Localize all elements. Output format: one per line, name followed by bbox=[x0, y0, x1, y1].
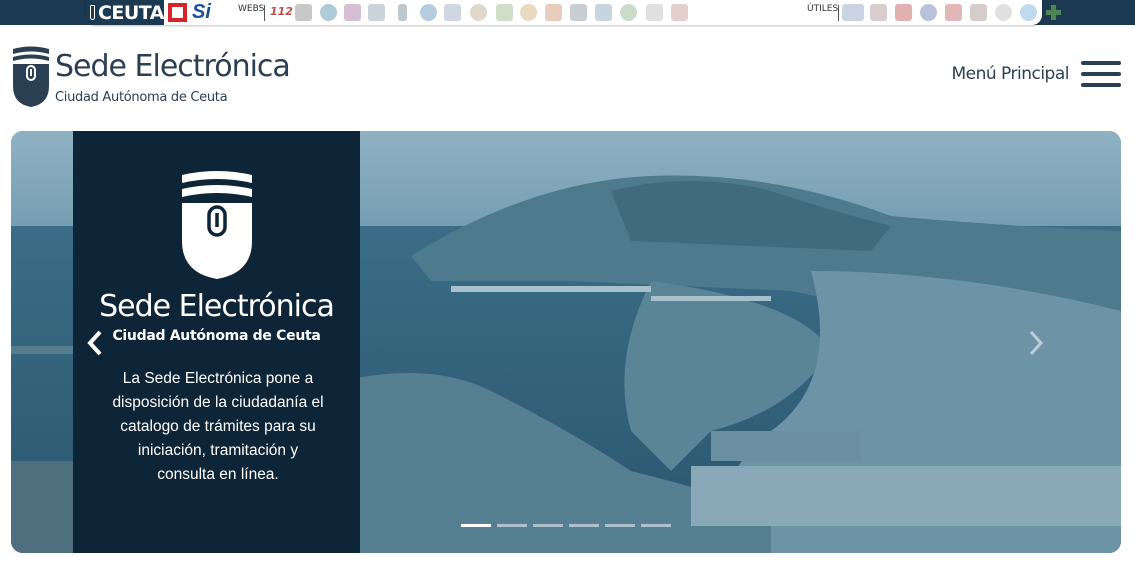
carousel-indicator-6[interactable] bbox=[641, 524, 671, 527]
ceuta-brand-link[interactable]: CEUTA bbox=[86, 0, 165, 25]
emblem-icon[interactable] bbox=[945, 4, 962, 21]
circle-icon[interactable] bbox=[995, 4, 1012, 21]
seal-icon[interactable] bbox=[520, 4, 537, 21]
webs-label: WEBS bbox=[238, 4, 265, 14]
building-icon[interactable] bbox=[620, 4, 637, 21]
flag-icon[interactable] bbox=[595, 4, 612, 21]
red-square-logo-icon[interactable] bbox=[168, 3, 187, 22]
ceuta-brand-label: CEUTA bbox=[97, 1, 165, 24]
crest-icon[interactable] bbox=[444, 4, 461, 21]
seal-icon[interactable] bbox=[920, 4, 937, 21]
sede-logo-icon bbox=[182, 171, 252, 279]
hero-info-panel: Sede Electrónica Ciudad Autónoma de Ceut… bbox=[73, 131, 360, 553]
carousel-indicator-5[interactable] bbox=[605, 524, 635, 527]
carousel-indicator-4[interactable] bbox=[569, 524, 599, 527]
divider bbox=[264, 5, 265, 21]
carousel-indicator-3[interactable] bbox=[533, 524, 563, 527]
bank-icon[interactable] bbox=[570, 4, 587, 21]
hero-description: La Sede Electrónica pone a disposición d… bbox=[112, 370, 324, 483]
plus-icon[interactable] bbox=[1045, 4, 1062, 21]
site-subtitle: Ciudad Autónoma de Ceuta bbox=[55, 90, 228, 105]
top-bar: CEUTA Si WEBS 112 ÚTILES bbox=[0, 0, 1135, 25]
sede-logo-icon bbox=[13, 46, 49, 107]
document-icon[interactable] bbox=[646, 4, 663, 21]
boat-icon[interactable] bbox=[368, 4, 385, 21]
si-logo-link[interactable]: Si bbox=[192, 1, 211, 24]
ceuta-crest-icon bbox=[90, 5, 95, 20]
crest-icon[interactable] bbox=[870, 4, 887, 21]
leaf-icon[interactable] bbox=[470, 4, 487, 21]
carousel-prev-arrow-icon[interactable] bbox=[84, 329, 106, 357]
link-112[interactable]: 112 bbox=[270, 5, 293, 18]
utiles-label: ÚTILES bbox=[807, 4, 839, 14]
tower-icon[interactable] bbox=[398, 4, 407, 21]
card-icon[interactable] bbox=[842, 4, 864, 21]
site-title: Sede Electrónica bbox=[55, 49, 291, 84]
hero-title: Sede Electrónica bbox=[99, 289, 335, 324]
map-icon[interactable] bbox=[970, 4, 987, 21]
hero-subtitle: Ciudad Autónoma de Ceuta bbox=[112, 328, 321, 344]
asce-icon[interactable] bbox=[344, 4, 361, 21]
carousel-indicator-2[interactable] bbox=[497, 524, 527, 527]
m-icon[interactable] bbox=[545, 4, 562, 21]
main-menu-label: Menú Principal bbox=[951, 64, 1069, 84]
divider bbox=[838, 5, 839, 21]
r-icon[interactable] bbox=[895, 4, 912, 21]
globe-icon[interactable] bbox=[1020, 4, 1037, 21]
trophy-icon[interactable] bbox=[496, 4, 513, 21]
hero-carousel: Sede Electrónica Ciudad Autónoma de Ceut… bbox=[11, 131, 1121, 553]
carousel-indicator-1[interactable] bbox=[461, 524, 491, 527]
main-menu-button[interactable]: Menú Principal bbox=[951, 61, 1121, 87]
globe-icon[interactable] bbox=[320, 4, 337, 21]
carousel-indicators bbox=[461, 524, 671, 527]
at-icon[interactable] bbox=[420, 4, 437, 21]
carousel-next-arrow-icon[interactable] bbox=[1025, 329, 1047, 357]
a-icon[interactable] bbox=[295, 4, 312, 21]
emblem-icon[interactable] bbox=[671, 4, 688, 21]
hamburger-icon bbox=[1081, 61, 1121, 87]
